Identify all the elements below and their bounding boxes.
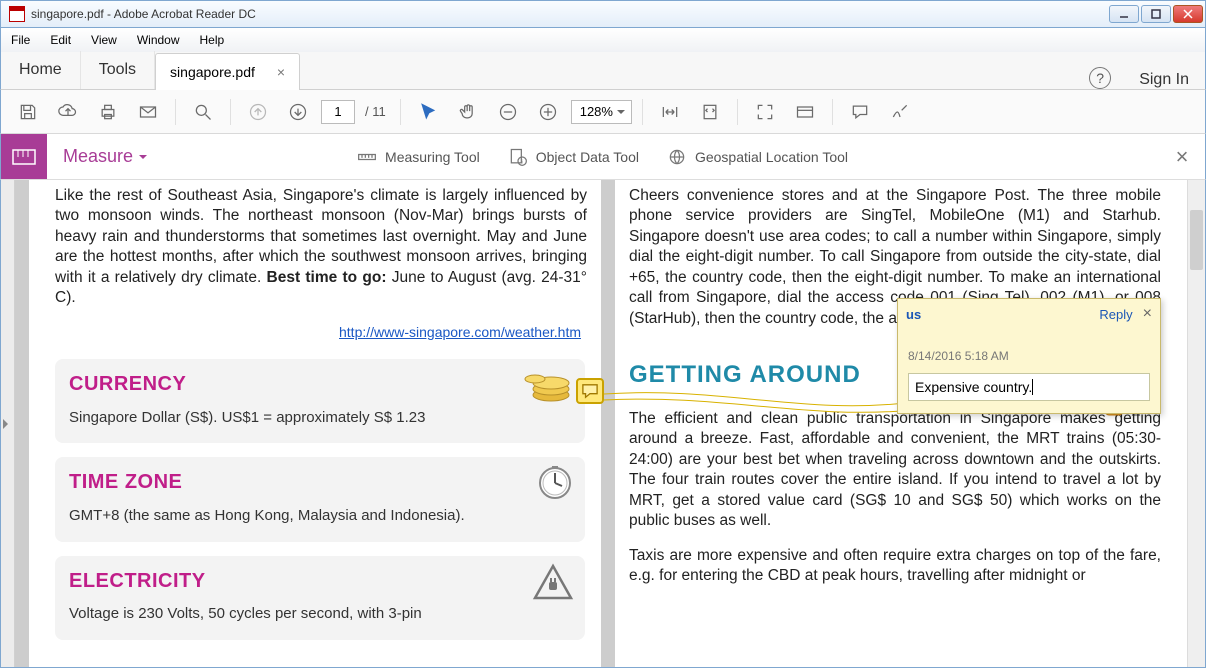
menubar: File Edit View Window Help xyxy=(0,28,1206,52)
app-icon xyxy=(9,6,25,22)
zoom-out-icon[interactable] xyxy=(491,95,525,129)
toolbar: / 11 128% xyxy=(0,90,1206,134)
titlebar: singapore.pdf - Adobe Acrobat Reader DC xyxy=(0,0,1206,28)
measure-title-label: Measure xyxy=(63,146,133,167)
weather-link[interactable]: http://www-singapore.com/weather.htm xyxy=(55,323,581,341)
zoom-level-label: 128% xyxy=(580,104,613,119)
app-tabs: Home Tools singapore.pdf × ? Sign In xyxy=(0,52,1206,90)
comment-popup[interactable]: us Reply × 8/14/2016 5:18 AM Expensive c… xyxy=(897,298,1161,414)
page-total-label: / 11 xyxy=(365,104,386,119)
timezone-text: GMT+8 (the same as Hong Kong, Malaysia a… xyxy=(69,506,567,526)
menu-window[interactable]: Window xyxy=(127,28,190,52)
sign-in-link[interactable]: Sign In xyxy=(1123,71,1205,89)
electricity-title: ELECTRICITY xyxy=(69,568,567,594)
object-data-tool-button[interactable]: i Object Data Tool xyxy=(494,134,653,179)
next-page-icon[interactable] xyxy=(281,95,315,129)
prev-page-icon[interactable] xyxy=(241,95,275,129)
email-icon[interactable] xyxy=(131,95,165,129)
getting-around-p2: Taxis are more expensive and often requi… xyxy=(629,546,1161,587)
timezone-title: TIME ZONE xyxy=(69,469,567,495)
menu-help[interactable]: Help xyxy=(190,28,235,52)
fullscreen-icon[interactable] xyxy=(748,95,782,129)
hand-tool-icon[interactable] xyxy=(451,95,485,129)
tab-home[interactable]: Home xyxy=(1,51,81,89)
document-tab-label: singapore.pdf xyxy=(170,64,255,80)
comment-icon[interactable] xyxy=(843,95,877,129)
nav-pane-toggle[interactable] xyxy=(1,180,15,667)
getting-around-p1: The efficient and clean public transport… xyxy=(629,409,1161,532)
measuring-tool-button[interactable]: Measuring Tool xyxy=(343,134,494,179)
geospatial-tool-button[interactable]: Geospatial Location Tool xyxy=(653,134,862,179)
comment-text-input[interactable]: Expensive country. xyxy=(908,373,1150,401)
document-tab-close-icon[interactable]: × xyxy=(277,64,285,80)
object-data-tool-label: Object Data Tool xyxy=(536,149,639,165)
menu-view[interactable]: View xyxy=(81,28,127,52)
comment-date: 8/14/2016 5:18 AM xyxy=(898,329,1160,373)
maximize-button[interactable] xyxy=(1141,5,1171,23)
best-time-label: Best time to go: xyxy=(267,269,387,286)
measuring-tool-label: Measuring Tool xyxy=(385,149,480,165)
save-icon[interactable] xyxy=(11,95,45,129)
climate-paragraph: Like the rest of Southeast Asia, Singapo… xyxy=(55,186,587,309)
window-title: singapore.pdf - Adobe Acrobat Reader DC xyxy=(31,7,1107,21)
coins-icon xyxy=(521,365,575,405)
measure-toolbar: Measure Measuring Tool i Object Data Too… xyxy=(0,134,1206,180)
close-button[interactable] xyxy=(1173,5,1203,23)
comment-author: us xyxy=(906,307,921,322)
print-icon[interactable] xyxy=(91,95,125,129)
minimize-button[interactable] xyxy=(1109,5,1139,23)
electricity-card: ELECTRICITY Voltage is 230 Volts, 50 cyc… xyxy=(55,556,585,640)
vertical-scrollbar[interactable] xyxy=(1187,180,1205,667)
comment-text: Expensive country. xyxy=(915,379,1032,395)
geospatial-tool-label: Geospatial Location Tool xyxy=(695,149,848,165)
help-icon[interactable]: ? xyxy=(1089,67,1111,89)
menu-file[interactable]: File xyxy=(1,28,40,52)
currency-text: Singapore Dollar (S$). US$1 = approximat… xyxy=(69,408,567,428)
document-tab[interactable]: singapore.pdf × xyxy=(155,53,300,90)
page-number-input[interactable] xyxy=(321,100,355,124)
zoom-in-icon[interactable] xyxy=(531,95,565,129)
svg-text:i: i xyxy=(521,159,522,165)
menu-edit[interactable]: Edit xyxy=(40,28,81,52)
electricity-icon xyxy=(531,562,575,602)
measure-close-icon[interactable]: × xyxy=(1159,134,1205,179)
ruler-icon xyxy=(357,147,377,167)
zoom-level-select[interactable]: 128% xyxy=(571,100,632,124)
sign-icon[interactable] xyxy=(883,95,917,129)
fit-width-icon[interactable] xyxy=(653,95,687,129)
geospatial-icon xyxy=(667,147,687,167)
document-area: Like the rest of Southeast Asia, Singapo… xyxy=(0,180,1206,668)
measure-dropdown[interactable]: Measure xyxy=(47,134,163,179)
comment-reply-link[interactable]: Reply xyxy=(1099,307,1132,322)
object-data-icon: i xyxy=(508,147,528,167)
select-tool-icon[interactable] xyxy=(411,95,445,129)
sticky-note-marker[interactable] xyxy=(576,378,604,404)
cloud-upload-icon[interactable] xyxy=(51,95,85,129)
measure-panel-icon[interactable] xyxy=(1,134,47,179)
search-icon[interactable] xyxy=(186,95,220,129)
comment-close-icon[interactable]: × xyxy=(1143,305,1152,323)
fit-page-icon[interactable] xyxy=(693,95,727,129)
scrollbar-thumb[interactable] xyxy=(1190,210,1203,270)
page-content[interactable]: Like the rest of Southeast Asia, Singapo… xyxy=(15,180,1187,667)
read-mode-icon[interactable] xyxy=(788,95,822,129)
clock-icon xyxy=(535,463,575,503)
timezone-card: TIME ZONE GMT+8 (the same as Hong Kong, … xyxy=(55,457,585,541)
tab-tools[interactable]: Tools xyxy=(81,51,155,89)
electricity-text: Voltage is 230 Volts, 50 cycles per seco… xyxy=(69,604,567,624)
currency-title: CURRENCY xyxy=(69,371,567,397)
currency-card: CURRENCY Singapore Dollar (S$). US$1 = a… xyxy=(55,359,585,443)
